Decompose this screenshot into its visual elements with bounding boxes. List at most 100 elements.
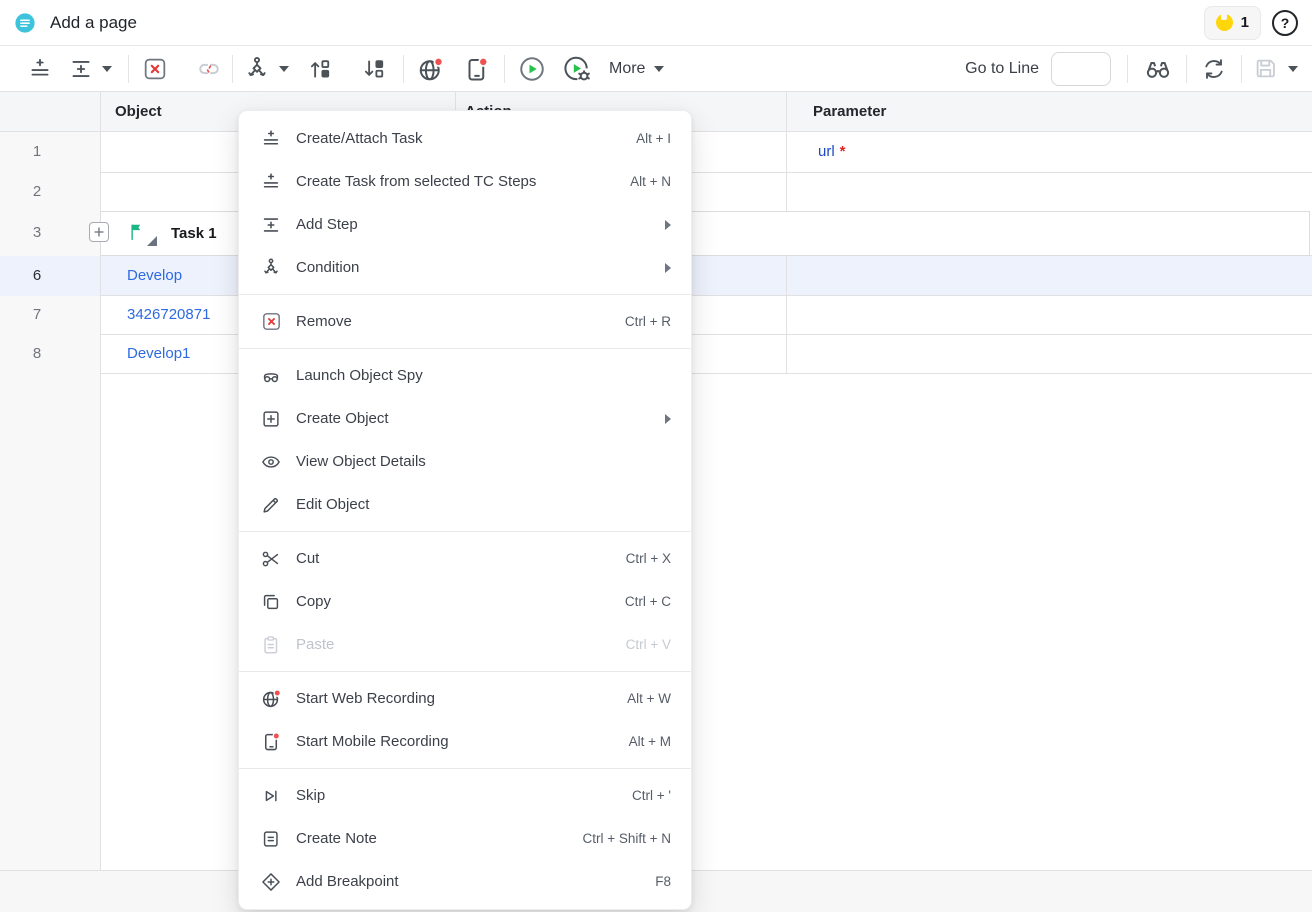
save-icon: [1252, 55, 1279, 82]
condition-button[interactable]: [243, 55, 289, 83]
mobile-recording-icon: [259, 730, 283, 754]
row-number[interactable]: 2: [0, 172, 74, 211]
goto-line-input[interactable]: [1051, 52, 1111, 86]
column-border: [100, 92, 101, 870]
add-step-icon: [259, 213, 283, 237]
row-number[interactable]: 8: [0, 334, 74, 373]
menu-item-label: Skip: [296, 787, 325, 804]
menu-item-label: Create/Attach Task: [296, 130, 422, 147]
column-header-object[interactable]: Object: [115, 92, 162, 131]
menu-item-start-mobile-recording[interactable]: Start Mobile Recording Alt + M: [239, 720, 691, 763]
coin-icon: [1216, 14, 1233, 31]
move-step-down-button[interactable]: [359, 52, 389, 86]
toolbar-divider: [1241, 55, 1242, 83]
menu-item-shortcut: Alt + I: [636, 131, 671, 146]
run-button[interactable]: [517, 52, 547, 86]
menu-item-remove[interactable]: Remove Ctrl + R: [239, 300, 691, 343]
toolbar-divider: [128, 55, 129, 83]
help-button[interactable]: ?: [1272, 10, 1298, 36]
credits-badge[interactable]: 1: [1204, 6, 1261, 40]
menu-divider: [239, 531, 691, 532]
menu-item-label: Create Task from selected TC Steps: [296, 173, 536, 190]
required-asterisk: *: [840, 143, 846, 160]
menu-item-shortcut: Alt + W: [627, 691, 671, 706]
remove-icon: [141, 55, 169, 83]
goto-line-label: Go to Line: [965, 60, 1039, 78]
menu-item-copy[interactable]: Copy Ctrl + C: [239, 580, 691, 623]
parameter-cell-url[interactable]: url*: [818, 131, 846, 172]
menu-divider: [239, 348, 691, 349]
web-recording-icon: [259, 687, 283, 711]
menu-item-label: Edit Object: [296, 496, 369, 513]
menu-item-shortcut: Alt + M: [629, 734, 671, 749]
menu-item-label: Create Note: [296, 830, 377, 847]
credits-count: 1: [1241, 14, 1249, 31]
debug-run-icon: [561, 53, 593, 85]
object-cell-link[interactable]: Develop1: [127, 334, 190, 373]
menu-divider: [239, 671, 691, 672]
run-icon: [517, 54, 547, 84]
menu-item-label: Condition: [296, 259, 359, 276]
menu-item-launch-object-spy[interactable]: Launch Object Spy: [239, 354, 691, 397]
menu-item-paste[interactable]: Paste Ctrl + V: [239, 623, 691, 666]
menu-item-condition[interactable]: Condition: [239, 246, 691, 289]
menu-item-label: Start Mobile Recording: [296, 733, 449, 750]
object-cell-link[interactable]: 3426720871: [127, 296, 210, 334]
save-button[interactable]: [1252, 55, 1298, 82]
menu-item-create-attach-task[interactable]: Create/Attach Task Alt + I: [239, 117, 691, 160]
menu-divider: [239, 294, 691, 295]
unlink-button[interactable]: [194, 52, 224, 86]
toolbar-divider: [1127, 55, 1128, 83]
more-caret-icon: [654, 66, 664, 72]
debug-run-button[interactable]: [561, 52, 593, 86]
collapse-handle-icon[interactable]: [147, 236, 157, 246]
menu-item-create-object[interactable]: Create Object: [239, 397, 691, 440]
row-number[interactable]: 1: [0, 131, 74, 172]
row-number[interactable]: 3: [0, 211, 74, 255]
menu-item-shortcut: Ctrl + Shift + N: [582, 831, 671, 846]
move-step-up-button[interactable]: [305, 52, 335, 86]
menu-item-shortcut: Ctrl + V: [626, 637, 671, 652]
object-cell-link[interactable]: Develop: [127, 256, 182, 296]
add-step-button[interactable]: [68, 56, 112, 82]
submenu-arrow-icon: [665, 263, 671, 273]
create-attach-task-button[interactable]: [25, 52, 55, 86]
start-web-recording-button[interactable]: [416, 52, 446, 86]
skip-icon: [259, 784, 283, 808]
remove-button[interactable]: [140, 52, 170, 86]
row-number[interactable]: 7: [0, 296, 74, 334]
create-object-icon: [259, 407, 283, 431]
menu-item-shortcut: Ctrl + ': [632, 788, 671, 803]
find-button[interactable]: [1143, 52, 1173, 86]
menu-item-label: Create Object: [296, 410, 389, 427]
task-label: Task 1: [171, 212, 217, 255]
menu-item-cut[interactable]: Cut Ctrl + X: [239, 537, 691, 580]
remove-icon: [259, 310, 283, 334]
question-mark-icon: ?: [1281, 15, 1290, 31]
menu-item-shortcut: Alt + N: [630, 174, 671, 189]
context-menu: Create/Attach Task Alt + I Create Task f…: [238, 110, 692, 910]
menu-item-edit-object[interactable]: Edit Object: [239, 483, 691, 526]
toolbar: More Go to Line: [0, 46, 1312, 92]
more-menu-button[interactable]: More: [609, 60, 664, 78]
submenu-arrow-icon: [665, 220, 671, 230]
row-number-selected[interactable]: 6: [0, 256, 74, 296]
menu-item-create-task-from-steps[interactable]: Create Task from selected TC Steps Alt +…: [239, 160, 691, 203]
condition-icon: [243, 55, 271, 83]
menu-item-add-breakpoint[interactable]: Add Breakpoint F8: [239, 860, 691, 903]
refresh-button[interactable]: [1199, 52, 1229, 86]
menu-item-create-note[interactable]: Create Note Ctrl + Shift + N: [239, 817, 691, 860]
menu-item-view-object-details[interactable]: View Object Details: [239, 440, 691, 483]
menu-item-label: Paste: [296, 636, 334, 653]
menu-item-add-step[interactable]: Add Step: [239, 203, 691, 246]
menu-item-label: Cut: [296, 550, 319, 567]
start-mobile-recording-button[interactable]: [462, 52, 492, 86]
menu-item-shortcut: F8: [655, 874, 671, 889]
menu-item-start-web-recording[interactable]: Start Web Recording Alt + W: [239, 677, 691, 720]
create-attach-task-icon: [27, 56, 53, 82]
task-flag-icon: [127, 222, 146, 241]
expand-task-button[interactable]: [89, 222, 109, 242]
column-header-parameter[interactable]: Parameter: [813, 92, 886, 131]
menu-item-skip[interactable]: Skip Ctrl + ': [239, 774, 691, 817]
add-step-icon: [68, 56, 94, 82]
